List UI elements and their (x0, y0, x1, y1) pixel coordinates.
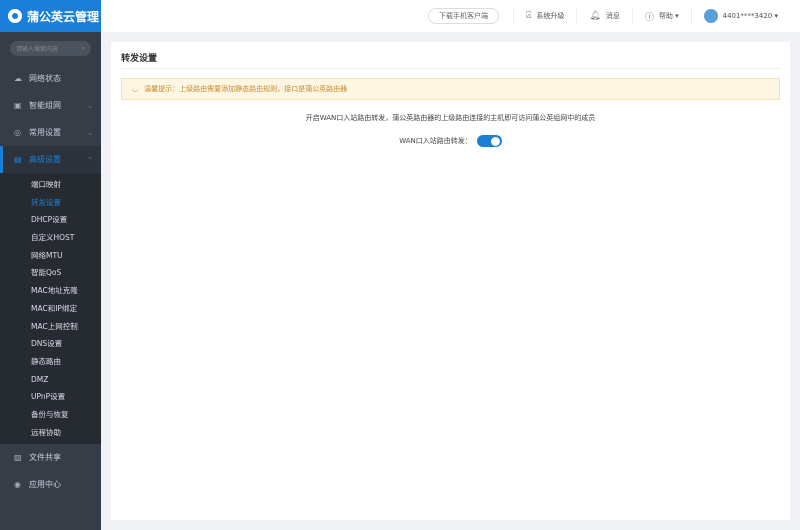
network-icon: ▣ (14, 101, 22, 110)
wan-forward-row: WAN口入站路由转发： (121, 135, 780, 147)
help-menu[interactable]: ⓘ 帮助 ▾ (631, 8, 691, 24)
submenu-item[interactable]: 静态路由 (0, 353, 101, 371)
wan-forward-toggle[interactable] (476, 135, 502, 147)
nav-label: 智能组网 (29, 101, 61, 110)
submenu-item[interactable]: 远程协助 (0, 424, 101, 442)
help-label: 帮助 (658, 12, 673, 20)
folder-icon: ▨ (14, 453, 22, 463)
description: 开启WAN口入站路由转发，蒲公英路由器的上级路由连接的主机即可访问蒲公英组网中的… (305, 114, 596, 122)
chevron-down-icon: ⌄ (87, 101, 93, 110)
user-id: 4401****3420 (722, 12, 773, 20)
submenu-item[interactable]: MAC上网控制 (0, 318, 101, 336)
submenu-item[interactable]: 智能QoS (0, 264, 101, 282)
sidebar-item-smart-network[interactable]: ▣ 智能组网 ⌄ (0, 92, 101, 119)
sidebar-search-input[interactable]: 请输入搜索内容 ⌕ (10, 41, 91, 56)
app-title: 蒲公英云管理 (27, 9, 100, 24)
chevron-down-icon: ⌄ (87, 128, 93, 137)
submenu-item[interactable]: 备份与恢复 (0, 406, 101, 424)
bell-icon: 🔔︎ (589, 11, 601, 21)
submenu-item[interactable]: DNS设置 (0, 335, 101, 353)
submenu-item[interactable]: MAC和IP绑定 (0, 300, 101, 318)
sidebar-item-app-center[interactable]: ◉ 应用中心 (0, 471, 101, 498)
user-menu[interactable]: 4401****3420 ▾ (690, 8, 790, 24)
nav-label: 网络状态 (29, 74, 61, 83)
submenu-item[interactable]: UPnP设置 (0, 388, 101, 406)
toggle-label: WAN口入站路由转发： (399, 137, 472, 145)
nav-label: 应用中心 (29, 480, 61, 490)
system-upgrade-button[interactable]: ⍓ 系统升级 (513, 8, 576, 24)
nav-label: 常用设置 (29, 128, 61, 137)
advanced-icon: ▤ (14, 155, 22, 164)
info-icon: ◡ (132, 85, 139, 93)
warning-alert: ◡ 温馨提示：上级路由需要添加静态路由规则，接口是蒲公英路由器 (121, 78, 780, 100)
chevron-up-icon: ⌃ (87, 155, 93, 164)
nav-label: 高级设置 (29, 155, 61, 164)
content-card: 转发设置 ◡ 温馨提示：上级路由需要添加静态路由规则，接口是蒲公英路由器 开启WA… (111, 42, 790, 520)
sidebar-item-advanced-settings[interactable]: ▤ 高级设置 ⌃ (0, 146, 101, 173)
submenu-item[interactable]: 端口映射 (0, 176, 101, 194)
search-icon[interactable]: ⌕ (82, 45, 85, 53)
sidebar-item-file-share[interactable]: ▨ 文件共享 (0, 444, 101, 471)
upgrade-label: 系统升级 (536, 12, 565, 20)
apps-icon: ◉ (14, 480, 21, 490)
upgrade-icon: ⍓ (526, 11, 532, 21)
nav-label: 文件共享 (29, 453, 61, 463)
submenu-item[interactable]: MAC地址克隆 (0, 282, 101, 300)
top-header: 下载手机客户端 ⍓ 系统升级 🔔︎ 消息 ⓘ 帮助 ▾ 4401****3420 ▾ (101, 0, 800, 32)
caret-down-icon: ▾ (675, 12, 679, 20)
cloud-icon: ☁ (14, 74, 22, 83)
advanced-submenu: 端口映射 转发设置 DHCP设置 自定义HOST 网络MTU 智能QoS MAC… (0, 173, 101, 445)
settings-icon: ◎ (14, 128, 21, 137)
page-title: 转发设置 (121, 42, 780, 69)
avatar (703, 9, 718, 23)
caret-down-icon: ▾ (774, 12, 778, 20)
messages-label: 消息 (605, 12, 620, 20)
download-client-button[interactable]: 下载手机客户端 (428, 8, 499, 24)
messages-button[interactable]: 🔔︎ 消息 (576, 8, 631, 24)
help-icon: ⓘ (644, 12, 654, 23)
submenu-item-active[interactable]: 转发设置 (0, 194, 101, 212)
warning-text: 温馨提示：上级路由需要添加静态路由规则，接口是蒲公英路由器 (144, 85, 348, 93)
sidebar: 请输入搜索内容 ⌕ ☁ 网络状态 ▣ 智能组网 ⌄ ◎ 常用设置 ⌄ ▤ 高级设置 ⌃ 端口映射… (0, 32, 101, 530)
submenu-item[interactable]: 自定义HOST (0, 229, 101, 247)
submenu-item[interactable]: 网络MTU (0, 247, 101, 265)
sidebar-item-network-status[interactable]: ☁ 网络状态 (0, 65, 101, 92)
search-placeholder: 请输入搜索内容 (16, 46, 59, 53)
submenu-item[interactable]: DHCP设置 (0, 211, 101, 229)
sidebar-item-common-settings[interactable]: ◎ 常用设置 ⌄ (0, 119, 101, 146)
app-logo[interactable]: 蒲公英云管理 (0, 0, 101, 32)
submenu-item[interactable]: DMZ (0, 371, 101, 389)
dandelion-logo-icon (8, 9, 22, 23)
